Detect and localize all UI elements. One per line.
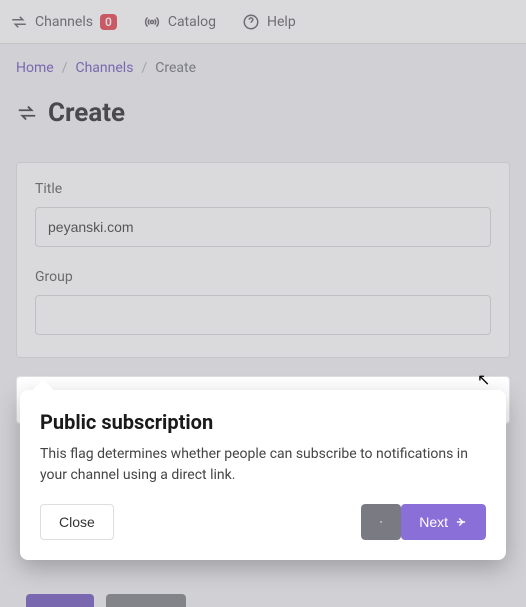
arrow-right-icon (454, 515, 468, 529)
page-title: Create (48, 98, 125, 128)
breadcrumb-sep: / (141, 60, 147, 76)
form-actions: Save Cancel (16, 594, 510, 607)
page-title-row: Create (16, 98, 510, 128)
group-input[interactable] (35, 295, 491, 335)
cancel-button[interactable]: Cancel (106, 594, 186, 607)
nav-catalog[interactable]: Catalog (143, 13, 216, 31)
nav-channels[interactable]: Channels 0 (10, 13, 117, 31)
group-label: Group (35, 269, 491, 285)
title-input[interactable] (35, 207, 491, 247)
help-icon (242, 13, 260, 31)
popover-title: Public subscription (40, 410, 486, 434)
title-label: Title (35, 181, 491, 197)
top-nav: Channels 0 Catalog Help (0, 0, 526, 44)
arrow-left-icon (379, 515, 383, 529)
popover-public-subscription: Public subscription This flag determines… (20, 390, 506, 560)
popover-nav-group: Next (361, 504, 486, 540)
close-button[interactable]: Close (40, 504, 114, 540)
nav-catalog-label: Catalog (168, 14, 216, 30)
form-card: Title Group (16, 162, 510, 358)
save-button[interactable]: Save (26, 594, 94, 607)
next-button[interactable]: Next (401, 504, 486, 540)
swap-icon (16, 102, 38, 124)
breadcrumb-channels[interactable]: Channels (75, 60, 133, 76)
nav-help-label: Help (267, 14, 296, 30)
nav-channels-badge: 0 (100, 14, 117, 30)
swap-icon (10, 13, 28, 31)
breadcrumb-home[interactable]: Home (16, 60, 54, 76)
next-label: Next (419, 514, 448, 530)
back-button[interactable] (361, 504, 401, 540)
popover-body: This flag determines whether people can … (40, 444, 486, 486)
nav-help[interactable]: Help (242, 13, 296, 31)
breadcrumb-sep: / (62, 60, 68, 76)
breadcrumb-current: Create (155, 60, 196, 76)
broadcast-icon (143, 13, 161, 31)
breadcrumb: Home / Channels / Create (16, 60, 510, 76)
nav-channels-label: Channels (35, 14, 93, 30)
